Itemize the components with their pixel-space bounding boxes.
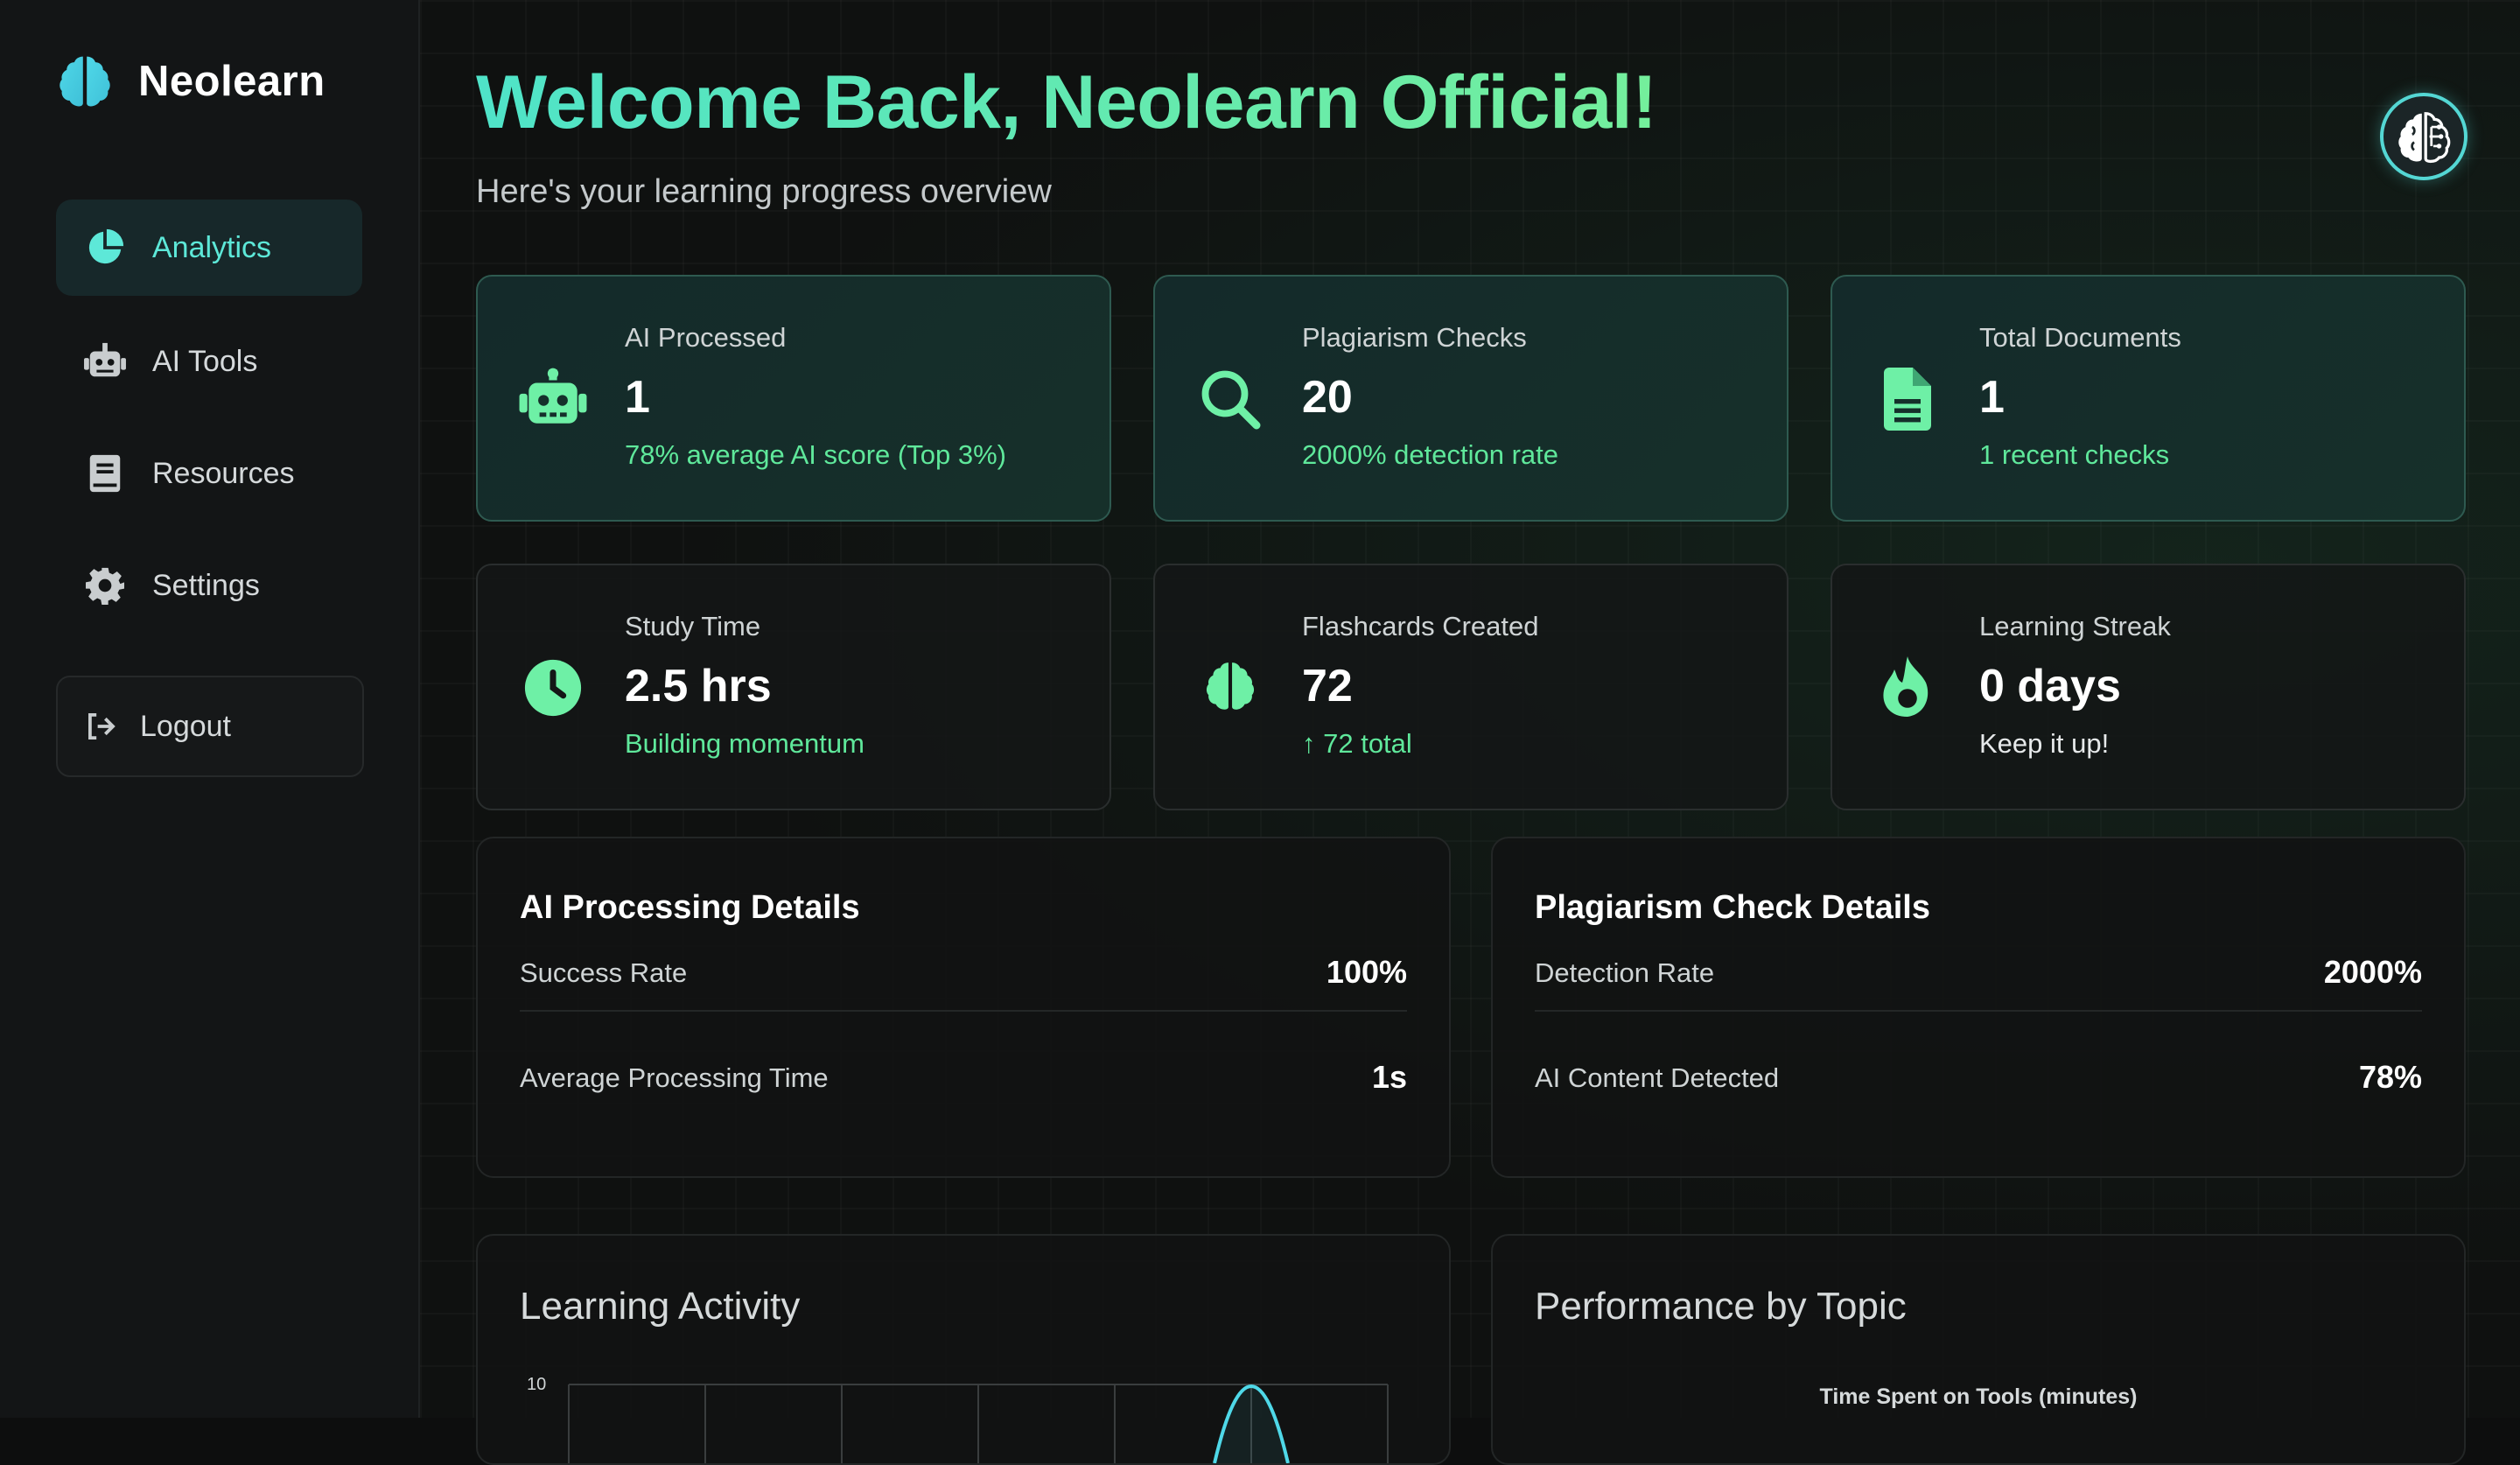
detail-value: 78% [2358, 1059, 2422, 1095]
sidebar-item-label: AI Tools [152, 344, 258, 378]
sidebar-item-settings[interactable]: Settings [56, 537, 362, 634]
stat-card-learning-streak: Learning Streak 0 days Keep it up! [1830, 564, 2466, 810]
page-title: Welcome Back, Neolearn Official! [476, 60, 1657, 144]
brand-name: Neolearn [138, 58, 326, 105]
detail-label: Detection Rate [1535, 957, 1715, 988]
stat-value: 72 [1302, 661, 1353, 711]
detail-row: Success Rate 100% [520, 940, 1407, 1012]
stat-value: 1 [625, 372, 650, 423]
page-subtitle: Here's your learning progress overview [476, 173, 1052, 210]
stat-label: Plagiarism Checks [1302, 322, 1527, 353]
stat-label: Study Time [625, 611, 761, 641]
detail-label: Success Rate [520, 957, 688, 988]
stat-subtext: Building momentum [625, 728, 864, 759]
fire-icon [1872, 653, 1942, 723]
detail-label: Average Processing Time [520, 1062, 829, 1093]
sidebar-item-label: Resources [152, 456, 295, 490]
stat-card-total-documents: Total Documents 1 1 recent checks [1830, 275, 2466, 522]
learning-activity-panel: Learning Activity 10 [476, 1234, 1451, 1465]
chart-title: Performance by Topic [1535, 1285, 1907, 1328]
detail-value: 100% [1326, 954, 1407, 990]
brain-icon [1195, 653, 1265, 723]
sidebar-item-analytics[interactable]: Analytics [56, 200, 362, 296]
stat-label: AI Processed [625, 322, 787, 353]
document-icon [1872, 364, 1942, 434]
detail-value: 1s [1371, 1059, 1407, 1095]
stat-card-study-time: Study Time 2.5 hrs Building momentum [476, 564, 1111, 810]
gear-icon [82, 563, 128, 608]
activity-line [1213, 1384, 1290, 1463]
sidebar-item-label: Analytics [152, 230, 272, 264]
stat-subtext: 1 recent checks [1979, 439, 2170, 470]
stat-card-ai-processed: AI Processed 1 78% average AI score (Top… [476, 275, 1111, 522]
brand[interactable]: Neolearn [54, 51, 326, 112]
robot-icon [518, 364, 588, 434]
book-icon [82, 451, 128, 496]
stat-value: 0 days [1979, 661, 2121, 711]
ai-processing-details-panel: AI Processing Details Success Rate 100% … [476, 837, 1451, 1178]
detail-value: 2000% [2323, 954, 2422, 990]
logout-button[interactable]: Logout [56, 676, 364, 777]
logout-label: Logout [140, 709, 231, 743]
search-icon [1195, 364, 1265, 434]
stat-label: Learning Streak [1979, 611, 2171, 641]
stat-value: 1 [1979, 372, 2005, 423]
panel-title: Plagiarism Check Details [1535, 889, 1930, 926]
chart-subtitle: Time Spent on Tools (minutes) [1819, 1384, 2138, 1409]
avatar[interactable] [2380, 93, 2468, 180]
main-content: Welcome Back, Neolearn Official! Here's … [420, 0, 2520, 1465]
stat-label: Flashcards Created [1302, 611, 1539, 641]
stat-card-plagiarism-checks: Plagiarism Checks 20 2000% detection rat… [1153, 275, 1788, 522]
plagiarism-check-details-panel: Plagiarism Check Details Detection Rate … [1491, 837, 2466, 1178]
detail-row: Detection Rate 2000% [1535, 940, 2422, 1012]
stat-label: Total Documents [1979, 322, 2181, 353]
stat-subtext: Keep it up! [1979, 728, 2110, 759]
stat-subtext: ↑ 72 total [1302, 728, 1412, 759]
stat-card-flashcards: Flashcards Created 72 ↑ 72 total [1153, 564, 1788, 810]
panel-title: AI Processing Details [520, 889, 860, 926]
performance-by-topic-panel: Performance by Topic Time Spent on Tools… [1491, 1234, 2466, 1465]
brain-logo-icon [60, 56, 110, 107]
brain-avatar-icon [2398, 112, 2451, 164]
clock-icon [518, 653, 588, 723]
learning-activity-chart: 10 [527, 1375, 1389, 1463]
sidebar-item-resources[interactable]: Resources [56, 425, 362, 522]
detail-label: AI Content Detected [1535, 1062, 1780, 1093]
sidebar-item-label: Settings [152, 568, 260, 602]
sidebar: Neolearn Analytics AI Tools Resources Se… [0, 0, 420, 1418]
detail-row: Average Processing Time 1s [520, 1045, 1407, 1115]
stat-subtext: 78% average AI score (Top 3%) [625, 439, 1006, 470]
stat-value: 2.5 hrs [625, 661, 772, 711]
stat-value: 20 [1302, 372, 1353, 423]
robot-icon [82, 339, 128, 384]
pie-chart-icon [82, 225, 128, 270]
y-tick-label: 10 [527, 1375, 546, 1394]
sidebar-item-ai-tools[interactable]: AI Tools [56, 313, 362, 410]
detail-row: AI Content Detected 78% [1535, 1045, 2422, 1115]
logout-icon [84, 709, 119, 744]
stat-subtext: 2000% detection rate [1302, 439, 1558, 470]
